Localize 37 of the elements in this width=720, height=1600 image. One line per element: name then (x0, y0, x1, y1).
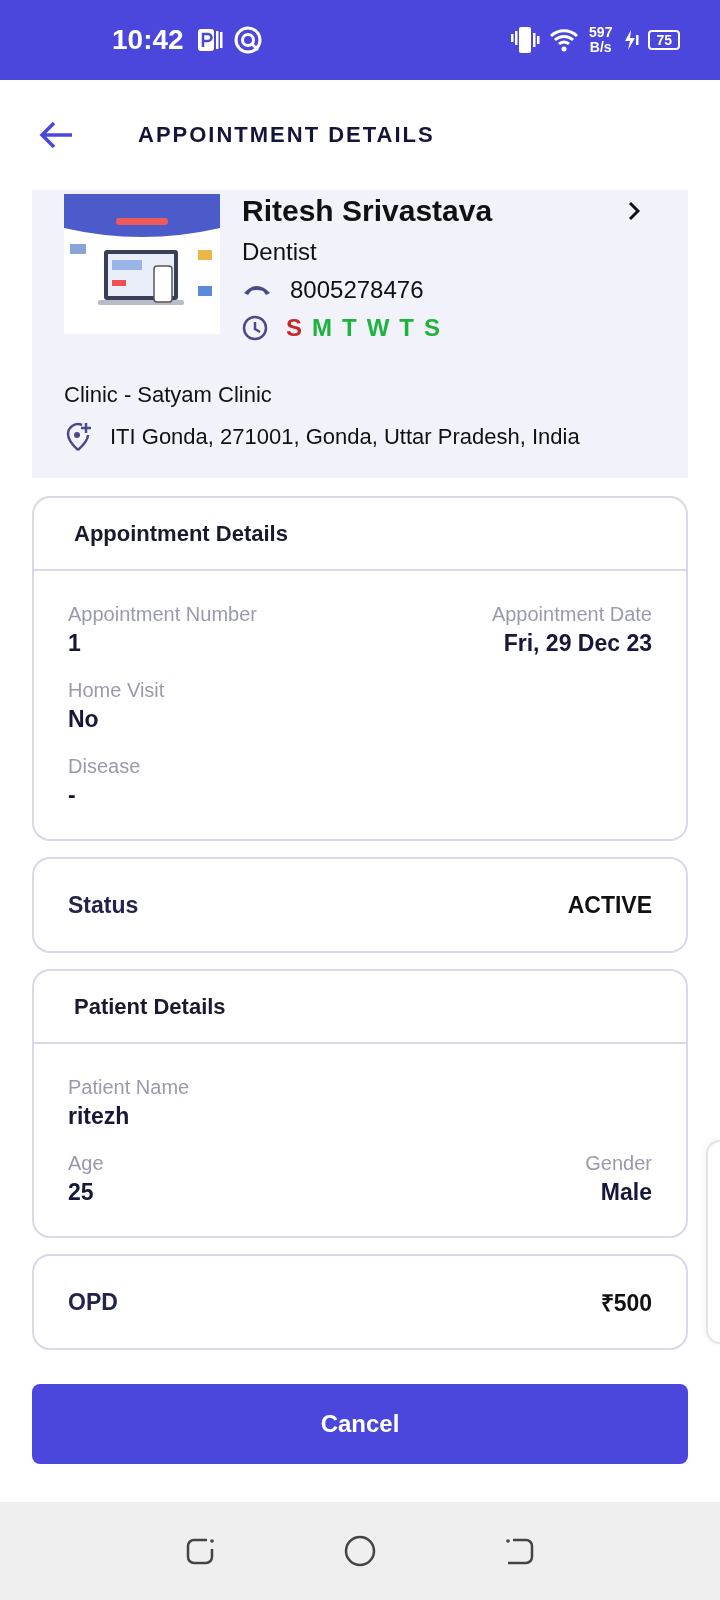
row-value: ACTIVE (567, 891, 652, 919)
clinic-address: ITI Gonda, 271001, Gonda, Uttar Pradesh, India (110, 424, 580, 450)
clinic-name: Clinic - Satyam Clinic (64, 382, 273, 408)
page-title: APPOINTMENT DETAILS (138, 122, 435, 148)
field-value: 1 (68, 630, 82, 657)
weekday-letter: T (342, 314, 357, 342)
doctor-name: Ritesh Srivastava (242, 194, 493, 228)
network-speed-unit: B/s (589, 40, 612, 55)
weekday-letter: M (312, 314, 332, 342)
weekday-letter: S (424, 314, 441, 342)
clock-time: 10:42 (112, 24, 184, 56)
weekday-letter: W (366, 314, 390, 342)
row-label: OPD (68, 1288, 118, 1316)
field-value: 25 (68, 1179, 95, 1206)
card-title: Appointment Details (34, 498, 686, 571)
field-label: Disease (68, 755, 141, 778)
field-value: No (68, 706, 100, 733)
network-speed: 597 (589, 25, 613, 40)
field-value: Male (600, 1179, 652, 1206)
row-value: ₹500 (600, 1289, 652, 1318)
weekday-letter: S (286, 314, 302, 342)
phone-number: 8005278476 (290, 276, 424, 304)
field-label: Age (68, 1152, 104, 1175)
field-label: Patient Name (68, 1076, 190, 1099)
field-value: ritezh (68, 1103, 131, 1130)
field-label: Gender (585, 1152, 652, 1175)
field-value: Fri, 29 Dec 23 (503, 630, 652, 657)
field-label: Appointment Number (68, 603, 257, 626)
cancel-button[interactable]: Cancel (32, 1384, 688, 1464)
card-title: Patient Details (34, 971, 686, 1044)
battery-level: 75 (648, 30, 680, 50)
weekday-letter: T (399, 314, 414, 342)
doctor-specialty: Dentist (242, 238, 318, 266)
field-label: Home Visit (68, 679, 165, 702)
field-label: Appointment Date (491, 603, 652, 626)
field-value: - (68, 782, 77, 809)
row-label: Status (68, 891, 139, 919)
